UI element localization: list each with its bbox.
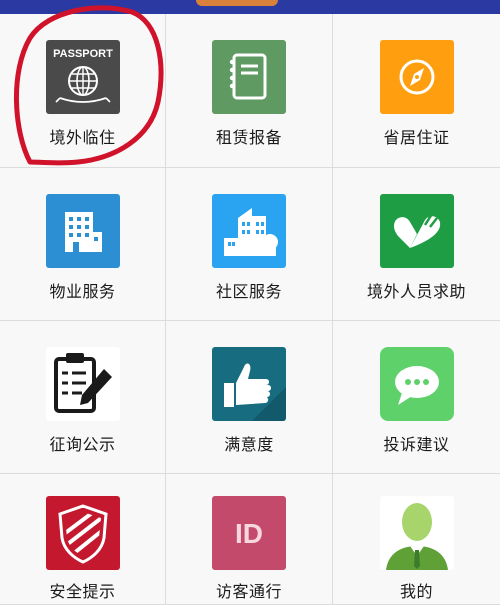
service-label: 投诉建议 <box>383 435 450 454</box>
service-item-overseas-stay[interactable]: PASSPORT 境外临住 <box>0 14 166 168</box>
thumbs-up-icon <box>212 347 286 421</box>
service-label: 我的 <box>399 582 433 601</box>
service-item-community-service[interactable]: 社区服务 <box>166 168 333 321</box>
notebook-icon <box>212 40 286 114</box>
service-label: 租赁报备 <box>215 128 282 147</box>
service-label: 物业服务 <box>49 282 116 301</box>
service-item-satisfaction[interactable]: 满意度 <box>166 321 333 474</box>
service-item-rental-report[interactable]: 租赁报备 <box>166 14 333 168</box>
service-item-my-profile[interactable]: 我的 <box>333 474 500 605</box>
community-icon <box>212 194 286 268</box>
service-label: 境外人员求助 <box>366 282 466 301</box>
service-item-consultation-notice[interactable]: 征询公示 <box>0 321 166 474</box>
building-icon <box>45 194 120 268</box>
service-item-foreigner-help[interactable]: 境外人员求助 <box>333 168 500 321</box>
service-item-property-service[interactable]: 物业服务 <box>0 168 166 321</box>
service-item-complaint[interactable]: 投诉建议 <box>333 321 500 474</box>
compass-icon <box>379 40 454 114</box>
banner-emblem <box>196 0 278 6</box>
svg-text:PASSPORT: PASSPORT <box>53 48 113 60</box>
service-label: 安全提示 <box>49 582 116 601</box>
service-grid: PASSPORT 境外临住 租赁报备 省居住证 物业服务 社区服务 境外人员求助… <box>0 14 500 605</box>
user-avatar-icon <box>379 496 454 570</box>
service-label: 访客通行 <box>215 582 282 601</box>
helping-hand-heart-icon <box>379 194 454 268</box>
service-item-residence-permit[interactable]: 省居住证 <box>333 14 500 168</box>
service-label: 社区服务 <box>215 282 282 301</box>
passport-icon: PASSPORT <box>45 40 120 114</box>
chat-bubble-icon <box>379 347 454 421</box>
svg-text:ID: ID <box>235 518 263 549</box>
service-label: 省居住证 <box>383 128 450 147</box>
service-label: 征询公示 <box>49 435 116 454</box>
service-item-visitor-pass[interactable]: ID 访客通行 <box>166 474 333 605</box>
service-label: 境外临住 <box>49 128 116 147</box>
id-card-icon: ID <box>212 496 286 570</box>
service-item-safety-tips[interactable]: 安全提示 <box>0 474 166 605</box>
shield-icon <box>45 496 120 570</box>
service-label: 满意度 <box>224 435 274 454</box>
top-banner <box>0 0 500 14</box>
clipboard-pencil-icon <box>45 347 120 421</box>
